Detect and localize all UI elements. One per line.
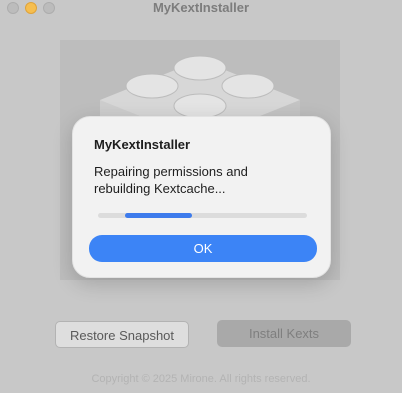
title-bar: MyKextInstaller bbox=[0, 0, 402, 18]
progress-dialog: MyKextInstaller Repairing permissions an… bbox=[72, 116, 331, 278]
dialog-message: Repairing permissions and rebuilding Kex… bbox=[94, 164, 248, 196]
install-kexts-button[interactable]: Install Kexts bbox=[217, 320, 351, 347]
copyright-text: Copyright © 2025 Mirone. All rights rese… bbox=[91, 373, 311, 385]
restore-snapshot-button[interactable]: Restore Snapshot bbox=[55, 321, 189, 348]
progress-bar bbox=[98, 213, 307, 218]
ok-button[interactable]: OK bbox=[89, 235, 317, 262]
window-title: MyKextInstaller bbox=[152, 0, 250, 15]
dialog-title: MyKextInstaller bbox=[94, 137, 191, 152]
progress-bar-fill bbox=[125, 213, 192, 218]
